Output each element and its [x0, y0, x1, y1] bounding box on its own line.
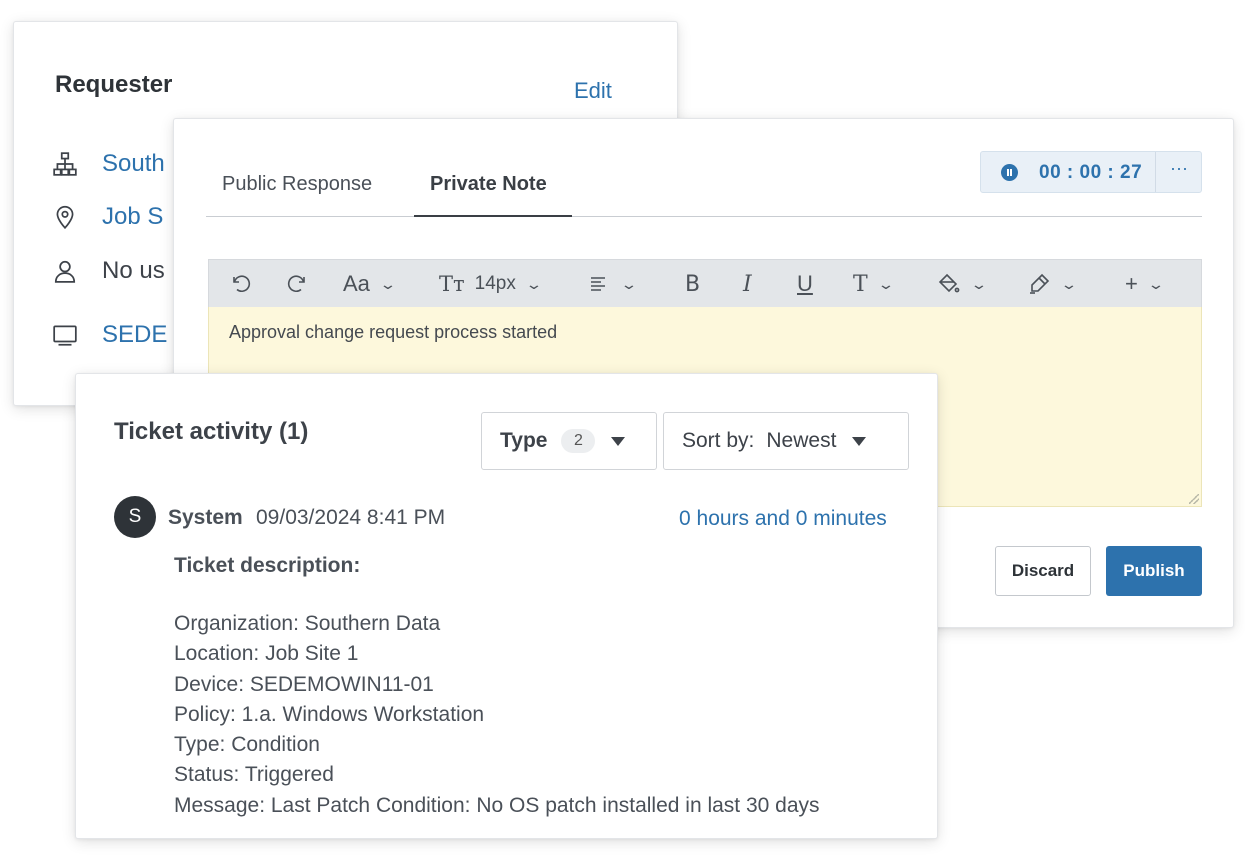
- font-family-label: Aa: [343, 271, 370, 296]
- activity-timestamp: 09/03/2024 8:41 PM: [256, 506, 446, 529]
- description-line: Message: Last Patch Condition: No OS pat…: [174, 793, 820, 817]
- background-color-dropdown[interactable]: ⌄: [937, 260, 988, 308]
- chevron-down-icon: ⌄: [1060, 275, 1078, 292]
- chevron-down-icon: ⌄: [620, 275, 638, 292]
- bold-button[interactable]: B: [685, 260, 700, 308]
- caret-down-icon: [852, 436, 867, 446]
- tab-public-response[interactable]: Public Response: [222, 173, 372, 196]
- requester-title: Requester: [55, 71, 173, 98]
- time-tracker: 00 : 00 : 27 ···: [980, 151, 1202, 193]
- italic-icon: I: [743, 271, 752, 297]
- activity-title: Ticket activity (1): [114, 418, 309, 445]
- font-size-dropdown[interactable]: Tт 14px ⌄: [439, 260, 543, 308]
- org-chart-icon: [53, 152, 77, 176]
- active-tab-indicator: [414, 215, 572, 217]
- timer-value: 00 : 00 : 27: [1039, 162, 1143, 183]
- activity-author: System: [168, 506, 243, 529]
- align-left-icon: [591, 277, 605, 291]
- editor-toolbar: Aa ⌄ Tт 14px ⌄ ⌄ B I U T ⌄ ⌄ ⌄ + ⌄: [208, 259, 1202, 307]
- chevron-down-icon: ⌄: [876, 275, 895, 292]
- resize-handle-icon[interactable]: [1189, 494, 1199, 504]
- description-title: Ticket description:: [174, 554, 361, 577]
- requester-organization[interactable]: South: [102, 150, 165, 178]
- publish-button[interactable]: Publish: [1106, 546, 1202, 596]
- activity-duration-link[interactable]: 0 hours and 0 minutes: [679, 507, 887, 531]
- requester-user: No us: [102, 257, 165, 284]
- underline-button[interactable]: U: [797, 260, 813, 308]
- timer-more-button[interactable]: ···: [1155, 158, 1203, 179]
- text-color-icon: T: [853, 271, 868, 297]
- user-icon: [54, 260, 76, 283]
- note-content[interactable]: Approval change request process started: [229, 322, 557, 343]
- pause-icon[interactable]: [1001, 164, 1018, 181]
- avatar: S: [114, 496, 156, 538]
- chevron-down-icon: ⌄: [524, 275, 543, 292]
- tab-private-note[interactable]: Private Note: [430, 173, 547, 196]
- ticket-activity-card: Ticket activity (1) Type 2 Sort by: Newe…: [75, 373, 938, 839]
- sort-label: Sort by:: [682, 429, 755, 452]
- location-pin-icon: [56, 205, 74, 230]
- chevron-down-icon: ⌄: [1146, 275, 1165, 292]
- requester-location[interactable]: Job S: [102, 203, 163, 231]
- requester-user-row: No us: [52, 255, 165, 287]
- underline-icon: U: [797, 271, 813, 296]
- requester-device-row[interactable]: SEDE: [52, 319, 167, 351]
- description-line: Policy: 1.a. Windows Workstation: [174, 702, 485, 726]
- discard-button[interactable]: Discard: [995, 546, 1091, 596]
- highlight-dropdown[interactable]: ⌄: [1027, 260, 1078, 308]
- italic-button[interactable]: I: [743, 260, 752, 308]
- requester-organization-row[interactable]: South: [52, 148, 165, 180]
- sort-value: Newest: [766, 429, 837, 452]
- description-line: Organization: Southern Data: [174, 612, 441, 635]
- redo-button[interactable]: [285, 260, 309, 308]
- text-color-dropdown[interactable]: T ⌄: [853, 260, 894, 308]
- align-dropdown[interactable]: ⌄: [587, 260, 638, 308]
- paint-bucket-icon: [938, 273, 960, 293]
- description-line: Type: Condition: [174, 733, 320, 757]
- sort-dropdown[interactable]: Sort by: Newest: [663, 412, 909, 470]
- monitor-icon: [53, 325, 77, 346]
- chevron-down-icon: ⌄: [378, 275, 397, 292]
- bold-icon: B: [685, 271, 701, 297]
- font-size-label: 14px: [474, 273, 516, 294]
- description-line: Device: SEDEMOWIN11-01: [174, 672, 434, 696]
- chevron-down-icon: ⌄: [970, 275, 988, 292]
- requester-location-row[interactable]: Job S: [52, 201, 163, 233]
- edit-link[interactable]: Edit: [574, 78, 612, 104]
- redo-icon: [287, 275, 305, 292]
- requester-device[interactable]: SEDE: [102, 321, 167, 349]
- caret-down-icon: [611, 436, 626, 446]
- plus-icon: +: [1125, 271, 1138, 296]
- description-body: Organization: Southern Data Location: Jo…: [174, 609, 820, 821]
- undo-icon: [233, 275, 251, 292]
- undo-button[interactable]: [229, 260, 253, 308]
- type-filter-dropdown[interactable]: Type 2: [481, 412, 657, 470]
- highlighter-icon: [1030, 273, 1050, 294]
- type-filter-label: Type: [500, 429, 548, 452]
- insert-dropdown[interactable]: + ⌄: [1125, 260, 1165, 308]
- description-line: Location: Job Site 1: [174, 642, 359, 666]
- type-count-badge: 2: [561, 429, 596, 453]
- description-line: Status: Triggered: [174, 763, 334, 787]
- text-size-icon: Tт: [439, 272, 465, 296]
- font-family-dropdown[interactable]: Aa ⌄: [343, 260, 397, 308]
